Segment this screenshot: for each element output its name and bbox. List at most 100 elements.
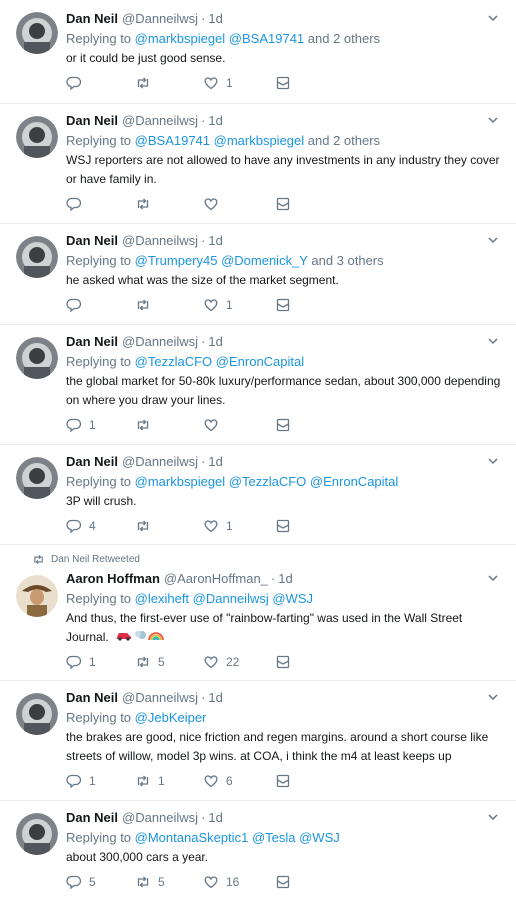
mention-link[interactable]: @Tesla xyxy=(252,830,296,845)
dm-button[interactable] xyxy=(275,773,291,789)
chevron-down-icon[interactable] xyxy=(486,571,500,585)
mention-link[interactable]: @Domenick_Y xyxy=(221,253,308,268)
retweeted-by-label[interactable]: Dan Neil Retweeted xyxy=(51,554,140,565)
author-handle[interactable]: @Danneilwsj xyxy=(122,810,198,826)
dm-button[interactable] xyxy=(275,417,291,433)
reply-button[interactable] xyxy=(66,75,135,91)
avatar[interactable] xyxy=(16,693,58,735)
author-name[interactable]: Aaron Hoffman xyxy=(66,571,160,587)
author-name[interactable]: Dan Neil xyxy=(66,11,118,27)
author-handle[interactable]: @AaronHoffman_ xyxy=(164,571,268,587)
like-button[interactable]: 1 xyxy=(203,75,275,91)
mention-link[interactable]: @WSJ xyxy=(272,591,313,606)
timestamp[interactable]: 1d xyxy=(208,810,222,826)
chevron-down-icon[interactable] xyxy=(486,454,500,468)
like-button[interactable] xyxy=(203,196,275,212)
reply-button[interactable] xyxy=(66,297,135,313)
mention-link[interactable]: @BSA19741 xyxy=(229,31,304,46)
timestamp[interactable]: 1d xyxy=(208,11,222,27)
reply-button[interactable] xyxy=(66,196,135,212)
mention-link[interactable]: @WSJ xyxy=(299,830,340,845)
retweeted-indicator[interactable]: Dan Neil Retweeted xyxy=(32,553,140,566)
timestamp[interactable]: 1d xyxy=(208,113,222,129)
chevron-down-icon[interactable] xyxy=(486,233,500,247)
mention-link[interactable]: @EnronCapital xyxy=(216,354,304,369)
mention-link[interactable]: @Danneilwsj xyxy=(193,591,269,606)
tweet[interactable]: Dan Neil @Danneilwsj · 1d Replying to @T… xyxy=(0,325,516,445)
author-name[interactable]: Dan Neil xyxy=(66,334,118,350)
chevron-down-icon[interactable] xyxy=(486,11,500,25)
tweet[interactable]: Dan Neil @Danneilwsj · 1d Replying to @T… xyxy=(0,224,516,325)
author-name[interactable]: Dan Neil xyxy=(66,810,118,826)
like-button[interactable]: 6 xyxy=(203,773,275,789)
replying-to-others[interactable]: and 2 others xyxy=(304,31,380,46)
retweet-button[interactable] xyxy=(135,417,203,433)
mention-link[interactable]: @TezzlaCFO xyxy=(229,474,307,489)
author-handle[interactable]: @Danneilwsj xyxy=(122,454,198,470)
avatar[interactable] xyxy=(16,457,58,499)
mention-link[interactable]: @MontanaSkeptic1 xyxy=(135,830,249,845)
tweet[interactable]: Dan Neil @Danneilwsj · 1d Replying to @m… xyxy=(0,445,516,545)
retweet-button[interactable]: 1 xyxy=(135,773,203,789)
reply-button[interactable]: 1 xyxy=(66,654,135,670)
mention-link[interactable]: @BSA19741 xyxy=(135,133,210,148)
author-handle[interactable]: @Danneilwsj xyxy=(122,690,198,706)
timestamp[interactable]: 1d xyxy=(278,571,292,587)
like-button[interactable]: 1 xyxy=(203,518,275,534)
timestamp[interactable]: 1d xyxy=(208,690,222,706)
retweet-button[interactable] xyxy=(135,196,203,212)
reply-button[interactable]: 1 xyxy=(66,773,135,789)
dm-button[interactable] xyxy=(275,196,291,212)
replying-to-others[interactable]: and 3 others xyxy=(308,253,383,268)
chevron-down-icon[interactable] xyxy=(486,334,500,348)
reply-button[interactable]: 1 xyxy=(66,417,135,433)
timestamp[interactable]: 1d xyxy=(208,454,222,470)
author-handle[interactable]: @Danneilwsj xyxy=(122,334,198,350)
like-button[interactable] xyxy=(203,417,275,433)
author-handle[interactable]: @Danneilwsj xyxy=(122,233,198,249)
retweet-button[interactable]: 5 xyxy=(135,874,203,890)
dm-button[interactable] xyxy=(275,297,291,313)
tweet[interactable]: Dan Neil @Danneilwsj · 1d Replying to @m… xyxy=(0,0,516,104)
mention-link[interactable]: @TezzlaCFO xyxy=(135,354,213,369)
like-button[interactable]: 16 xyxy=(203,874,275,890)
author-name[interactable]: Dan Neil xyxy=(66,113,118,129)
like-button[interactable]: 22 xyxy=(203,654,275,670)
retweet-button[interactable] xyxy=(135,297,203,313)
mention-link[interactable]: @markbspiegel xyxy=(135,474,226,489)
mention-link[interactable]: @EnronCapital xyxy=(310,474,398,489)
author-name[interactable]: Dan Neil xyxy=(66,233,118,249)
chevron-down-icon[interactable] xyxy=(486,113,500,127)
replying-to-others[interactable]: and 2 others xyxy=(304,133,380,148)
mention-link[interactable]: @lexiheft xyxy=(135,591,189,606)
dm-button[interactable] xyxy=(275,75,291,91)
mention-link[interactable]: @markbspiegel xyxy=(214,133,305,148)
timestamp[interactable]: 1d xyxy=(208,233,222,249)
dm-button[interactable] xyxy=(275,518,291,534)
timestamp[interactable]: 1d xyxy=(208,334,222,350)
author-name[interactable]: Dan Neil xyxy=(66,454,118,470)
mention-link[interactable]: @JebKeiper xyxy=(135,710,207,725)
tweet[interactable]: Dan Neil @Danneilwsj · 1d Replying to @M… xyxy=(0,801,516,901)
avatar[interactable] xyxy=(16,236,58,278)
author-name[interactable]: Dan Neil xyxy=(66,690,118,706)
avatar[interactable] xyxy=(16,116,58,158)
avatar[interactable] xyxy=(16,813,58,855)
retweet-button[interactable]: 5 xyxy=(135,654,203,670)
avatar[interactable] xyxy=(16,575,58,617)
author-handle[interactable]: @Danneilwsj xyxy=(122,11,198,27)
tweet[interactable]: Dan Neil Retweeted Aaron Hoffman @AaronH… xyxy=(0,545,516,681)
author-handle[interactable]: @Danneilwsj xyxy=(122,113,198,129)
chevron-down-icon[interactable] xyxy=(486,690,500,704)
retweet-button[interactable] xyxy=(135,75,203,91)
like-button[interactable]: 1 xyxy=(203,297,275,313)
tweet[interactable]: Dan Neil @Danneilwsj · 1d Replying to @J… xyxy=(0,681,516,801)
reply-button[interactable]: 4 xyxy=(66,518,135,534)
mention-link[interactable]: @Trumpery45 xyxy=(135,253,218,268)
mention-link[interactable]: @markbspiegel xyxy=(135,31,226,46)
dm-button[interactable] xyxy=(275,874,291,890)
dm-button[interactable] xyxy=(275,654,291,670)
reply-button[interactable]: 5 xyxy=(66,874,135,890)
avatar[interactable] xyxy=(16,12,58,54)
chevron-down-icon[interactable] xyxy=(486,810,500,824)
